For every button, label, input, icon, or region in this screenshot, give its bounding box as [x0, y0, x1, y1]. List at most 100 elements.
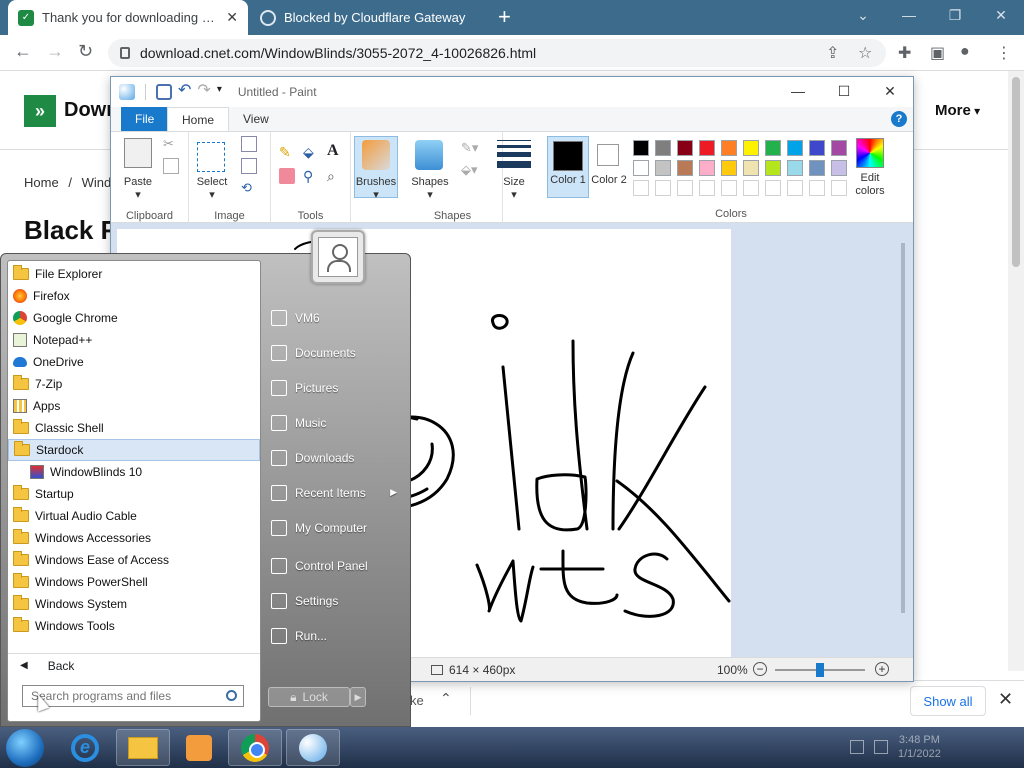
back-arrow-icon[interactable]: ←	[14, 41, 32, 62]
star-icon[interactable]: ☆	[858, 43, 872, 63]
outline-icon[interactable]: ✎▾	[461, 140, 478, 156]
magnifier-icon[interactable]: ⌕	[327, 168, 343, 184]
chevron-down-icon[interactable]: ⌄	[840, 0, 886, 35]
program-item[interactable]: File Explorer	[8, 263, 260, 285]
tab-view[interactable]: View	[229, 107, 283, 131]
start-search-input[interactable]	[31, 689, 211, 703]
tab-downloading-windowblinds[interactable]: ✓ Thank you for downloading Winc ✕	[8, 0, 248, 35]
lock-button[interactable]: 🔒︎ Lock	[268, 687, 350, 707]
program-item[interactable]: Stardock	[8, 439, 260, 461]
program-item[interactable]: Windows Tools	[8, 615, 260, 637]
share-icon[interactable]: ⇪	[826, 43, 839, 63]
shapes-button[interactable]: Shapes	[405, 176, 455, 188]
crop-icon[interactable]	[241, 136, 257, 152]
palette-swatch[interactable]	[787, 140, 803, 156]
minimize-icon[interactable]: —	[775, 77, 821, 105]
maximize-icon[interactable]: ☐	[821, 77, 867, 105]
zoom-slider-thumb[interactable]	[816, 663, 824, 677]
forward-arrow-icon[interactable]: →	[46, 41, 64, 62]
place-item[interactable]: Music	[263, 405, 409, 440]
breadcrumb-home[interactable]: Home	[24, 175, 59, 190]
address-bar[interactable]: download.cnet.com/WindowBlinds/3055-2072…	[108, 39, 886, 67]
palette-swatch[interactable]	[677, 140, 693, 156]
color-picker-icon[interactable]: ⚲	[303, 168, 319, 184]
palette-swatch[interactable]	[765, 140, 781, 156]
color1-swatch[interactable]	[553, 141, 583, 171]
palette-swatch[interactable]	[831, 140, 847, 156]
custom-swatch-empty[interactable]	[765, 180, 781, 196]
pencil-icon[interactable]: ✎	[279, 144, 295, 160]
cut-icon[interactable]: ✂	[163, 136, 179, 152]
taskbar-file-explorer[interactable]	[116, 729, 170, 766]
paint-app-icon[interactable]	[119, 84, 135, 100]
scrollbar-thumb[interactable]	[1012, 77, 1020, 267]
close-icon[interactable]: ✕	[998, 689, 1013, 710]
place-item[interactable]: My Computer	[263, 510, 409, 545]
chevron-down-icon[interactable]: ▾	[371, 188, 381, 201]
brushes-button[interactable]: Brushes	[353, 176, 399, 188]
fill-bucket-icon[interactable]: ⬙	[303, 144, 319, 160]
minimize-icon[interactable]: —	[886, 0, 932, 35]
program-item[interactable]: Classic Shell	[8, 417, 260, 439]
zoom-in-icon[interactable]: +	[875, 662, 889, 676]
palette-swatch[interactable]	[743, 140, 759, 156]
palette-swatch[interactable]	[809, 140, 825, 156]
close-icon[interactable]: ✕	[978, 0, 1024, 35]
place-item[interactable]: Settings	[263, 583, 409, 618]
palette-swatch[interactable]	[721, 140, 737, 156]
resize-icon[interactable]	[241, 158, 257, 174]
program-item[interactable]: Apps	[8, 395, 260, 417]
palette-swatch[interactable]	[677, 160, 693, 176]
program-item[interactable]: Virtual Audio Cable	[8, 505, 260, 527]
scrollbar-thumb[interactable]	[901, 243, 905, 613]
size-button[interactable]: Size	[491, 176, 537, 188]
program-item[interactable]: Windows System	[8, 593, 260, 615]
taskbar-media-player[interactable]	[172, 729, 226, 766]
place-item[interactable]: Recent Items ▶	[263, 475, 409, 510]
place-item[interactable]: Control Panel	[263, 548, 409, 583]
paste-clipboard-icon[interactable]	[124, 138, 152, 168]
program-item[interactable]: WindowBlinds 10	[8, 461, 260, 483]
cnet-logo-icon[interactable]: »	[24, 95, 56, 127]
tab-close-icon[interactable]: ✕	[226, 9, 238, 26]
place-item[interactable]: VM6	[263, 300, 409, 335]
menu-kebab-icon[interactable]: ⋮	[996, 43, 1012, 63]
tab-file[interactable]: File	[121, 107, 169, 131]
program-item[interactable]: Firefox	[8, 285, 260, 307]
palette-swatch[interactable]	[787, 160, 803, 176]
chevron-up-icon[interactable]: ⌃	[440, 690, 452, 707]
rainbow-color-icon[interactable]	[856, 138, 884, 168]
select-button[interactable]: Select	[189, 176, 235, 188]
custom-swatch-empty[interactable]	[721, 180, 737, 196]
more-menu[interactable]: More	[935, 102, 980, 119]
profile-avatar-icon[interactable]: ●	[960, 43, 970, 61]
start-orb-icon[interactable]	[6, 729, 44, 767]
palette-swatch[interactable]	[765, 160, 781, 176]
palette-swatch[interactable]	[809, 160, 825, 176]
page-scrollbar[interactable]	[1008, 71, 1024, 671]
custom-swatch-empty[interactable]	[809, 180, 825, 196]
taskbar-paint[interactable]	[286, 729, 340, 766]
custom-swatch-empty[interactable]	[655, 180, 671, 196]
customize-chevron-icon[interactable]: ▾	[217, 84, 222, 100]
palette-swatch[interactable]	[655, 140, 671, 156]
palette-swatch[interactable]	[699, 160, 715, 176]
palette-swatch[interactable]	[721, 160, 737, 176]
size-lines-icon[interactable]	[497, 140, 531, 168]
place-item[interactable]: Run...	[263, 618, 409, 653]
custom-swatch-empty[interactable]	[699, 180, 715, 196]
paste-button[interactable]: Paste	[115, 176, 161, 188]
palette-swatch[interactable]	[655, 160, 671, 176]
taskbar-chrome[interactable]	[228, 729, 282, 766]
chevron-down-icon[interactable]: ▾	[509, 188, 519, 201]
place-item[interactable]: Downloads	[263, 440, 409, 475]
place-item[interactable]: Documents	[263, 335, 409, 370]
search-icon[interactable]	[226, 690, 237, 701]
download-item-name[interactable]: ke	[410, 693, 424, 708]
program-item[interactable]: Windows Accessories	[8, 527, 260, 549]
chevron-down-icon[interactable]: ▾	[425, 188, 435, 201]
program-item[interactable]: Windows Ease of Access	[8, 549, 260, 571]
canvas-scrollbar[interactable]	[897, 235, 911, 655]
color2-swatch[interactable]	[597, 144, 619, 166]
custom-swatch-empty[interactable]	[743, 180, 759, 196]
